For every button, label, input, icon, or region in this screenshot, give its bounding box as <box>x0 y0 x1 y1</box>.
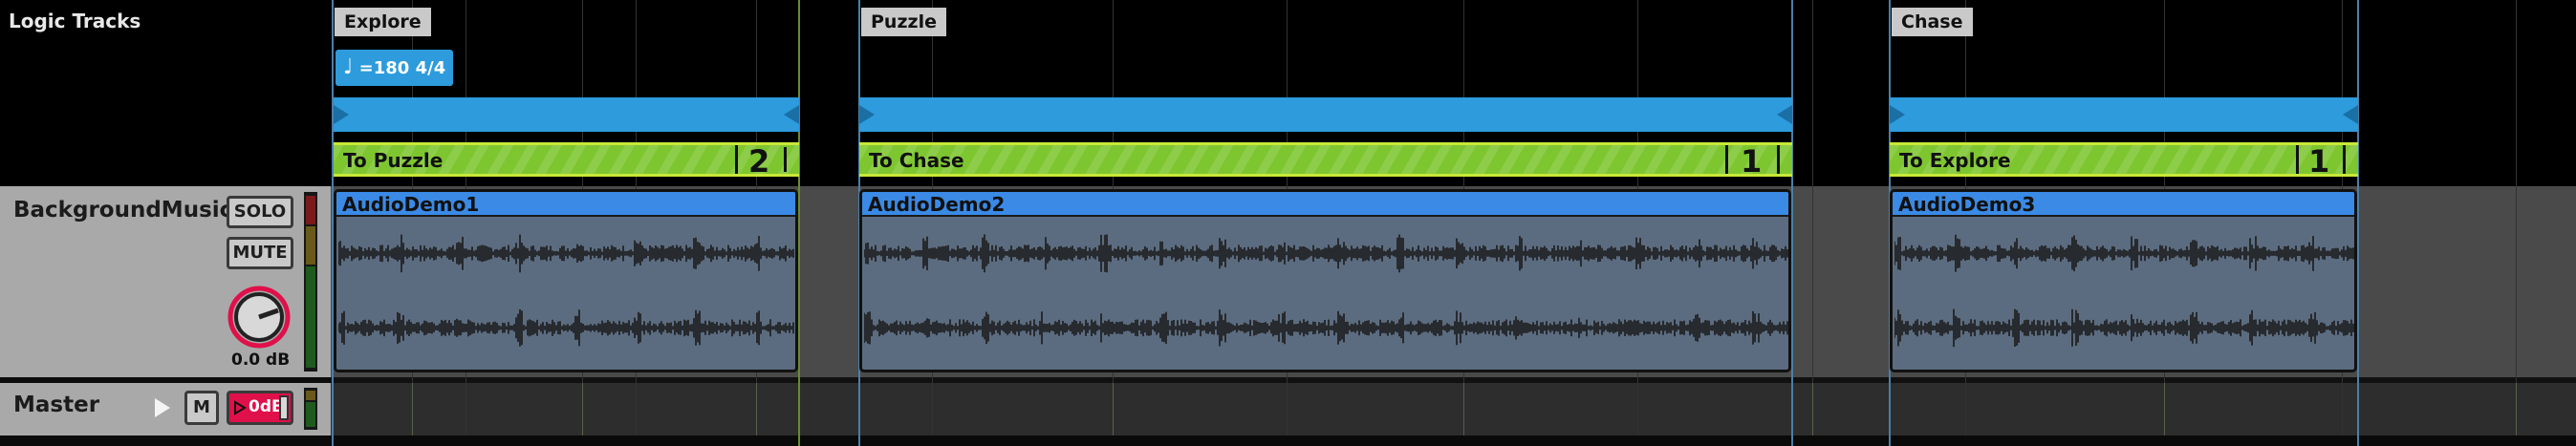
gain-slider-handle[interactable] <box>279 395 289 420</box>
solo-button[interactable]: SOLO <box>227 196 293 228</box>
master-gain-control[interactable]: 0dB <box>227 391 293 425</box>
volume-readout: 0.0 dB <box>231 350 291 370</box>
transition-count: 2 <box>748 143 770 177</box>
grid-line <box>582 383 583 435</box>
grid-line <box>2516 0 2517 435</box>
region-bar-chase[interactable] <box>1890 97 2358 132</box>
transition-count: 1 <box>2308 143 2330 177</box>
timeline-area[interactable]: Explore Puzzle Chase ♩ =180 4/4 To Puzzl… <box>331 0 2576 446</box>
track-level-meter <box>304 192 317 372</box>
region-start-handle-icon[interactable] <box>859 105 878 124</box>
master-level-meter <box>304 388 317 430</box>
region-end-line <box>1791 0 1793 446</box>
track-header-backgroundmusic[interactable]: BackgroundMusic SOLO MUTE 0.0 dB <box>0 186 331 377</box>
audio-clip-2[interactable]: AudioDemo2 <box>859 189 1791 372</box>
transition-divider <box>735 145 738 174</box>
chevron-pattern <box>859 145 1792 174</box>
transition-label: To Explore <box>1899 149 2011 172</box>
clip-header[interactable]: AudioDemo2 <box>862 192 1788 217</box>
region-end-handle-icon[interactable] <box>780 105 799 124</box>
transition-divider <box>1777 145 1780 174</box>
master-name: Master <box>13 393 100 417</box>
grid-line <box>1812 383 1813 435</box>
waveform-path <box>1894 234 2354 272</box>
region-bar-explore[interactable] <box>334 97 799 132</box>
transition-to-puzzle[interactable]: To Puzzle 2 <box>334 142 799 177</box>
master-mute-button[interactable]: M <box>184 391 219 425</box>
transition-label: To Puzzle <box>343 149 444 172</box>
grid-line <box>2164 383 2165 435</box>
marker-chase[interactable]: Chase <box>1892 8 1973 36</box>
track-lane-master[interactable] <box>331 383 2576 435</box>
region-end-handle-icon[interactable] <box>2339 105 2358 124</box>
region-end-line <box>798 0 800 446</box>
transition-count: 1 <box>1741 143 1763 177</box>
volume-knob[interactable] <box>226 284 292 350</box>
waveform <box>338 234 794 347</box>
tracks-header-panel: Logic Tracks <box>0 0 331 186</box>
tempo-text: =180 4/4 <box>358 58 446 78</box>
transition-divider <box>784 147 787 172</box>
waveform-path <box>338 234 794 273</box>
transition-to-explore[interactable]: To Explore 1 <box>1890 142 2358 177</box>
grid-line <box>412 383 413 435</box>
audio-clip-1[interactable]: AudioDemo1 <box>334 189 798 372</box>
clip-name: AudioDemo3 <box>1898 193 2036 216</box>
note-icon: ♩ <box>343 55 354 79</box>
grid-line <box>1463 383 1464 435</box>
track-header-master[interactable]: Master M 0dB <box>0 383 331 435</box>
waveform-path <box>864 309 1788 347</box>
grid-line <box>1812 0 1813 435</box>
region-start-handle-icon[interactable] <box>1890 105 1909 124</box>
transition-divider <box>2296 145 2299 174</box>
marker-puzzle[interactable]: Puzzle <box>861 8 946 36</box>
clip-header[interactable]: AudioDemo3 <box>1893 192 2354 217</box>
transition-divider <box>1725 145 1728 174</box>
grid-line <box>756 383 757 435</box>
marker-explore[interactable]: Explore <box>335 8 431 36</box>
mute-button[interactable]: MUTE <box>227 237 293 269</box>
transition-label: To Chase <box>869 149 964 172</box>
clip-name: AudioDemo1 <box>342 193 480 216</box>
track-name: BackgroundMusic <box>13 198 233 223</box>
panel-title: Logic Tracks <box>9 10 141 32</box>
region-start-handle-icon[interactable] <box>334 105 353 124</box>
grid-line <box>2516 383 2517 435</box>
clip-header[interactable]: AudioDemo1 <box>336 192 795 217</box>
waveform <box>1894 234 2354 348</box>
timeline-footer <box>331 435 2576 446</box>
grid-line <box>1113 383 1114 435</box>
play-icon[interactable] <box>153 396 172 419</box>
waveform-path <box>1894 308 2354 348</box>
waveform-path <box>338 308 794 347</box>
audio-clip-3[interactable]: AudioDemo3 <box>1890 189 2357 372</box>
gain-arrow-icon <box>234 400 247 415</box>
region-bar-puzzle[interactable] <box>859 97 1792 132</box>
region-end-handle-icon[interactable] <box>1773 105 1792 124</box>
region-end-line <box>2357 0 2359 446</box>
waveform <box>864 234 1788 347</box>
tempo-badge[interactable]: ♩ =180 4/4 <box>336 50 454 86</box>
transition-to-chase[interactable]: To Chase 1 <box>859 142 1792 177</box>
clip-name: AudioDemo2 <box>868 193 1006 216</box>
waveform-path <box>864 234 1788 273</box>
transition-divider <box>2343 145 2346 174</box>
